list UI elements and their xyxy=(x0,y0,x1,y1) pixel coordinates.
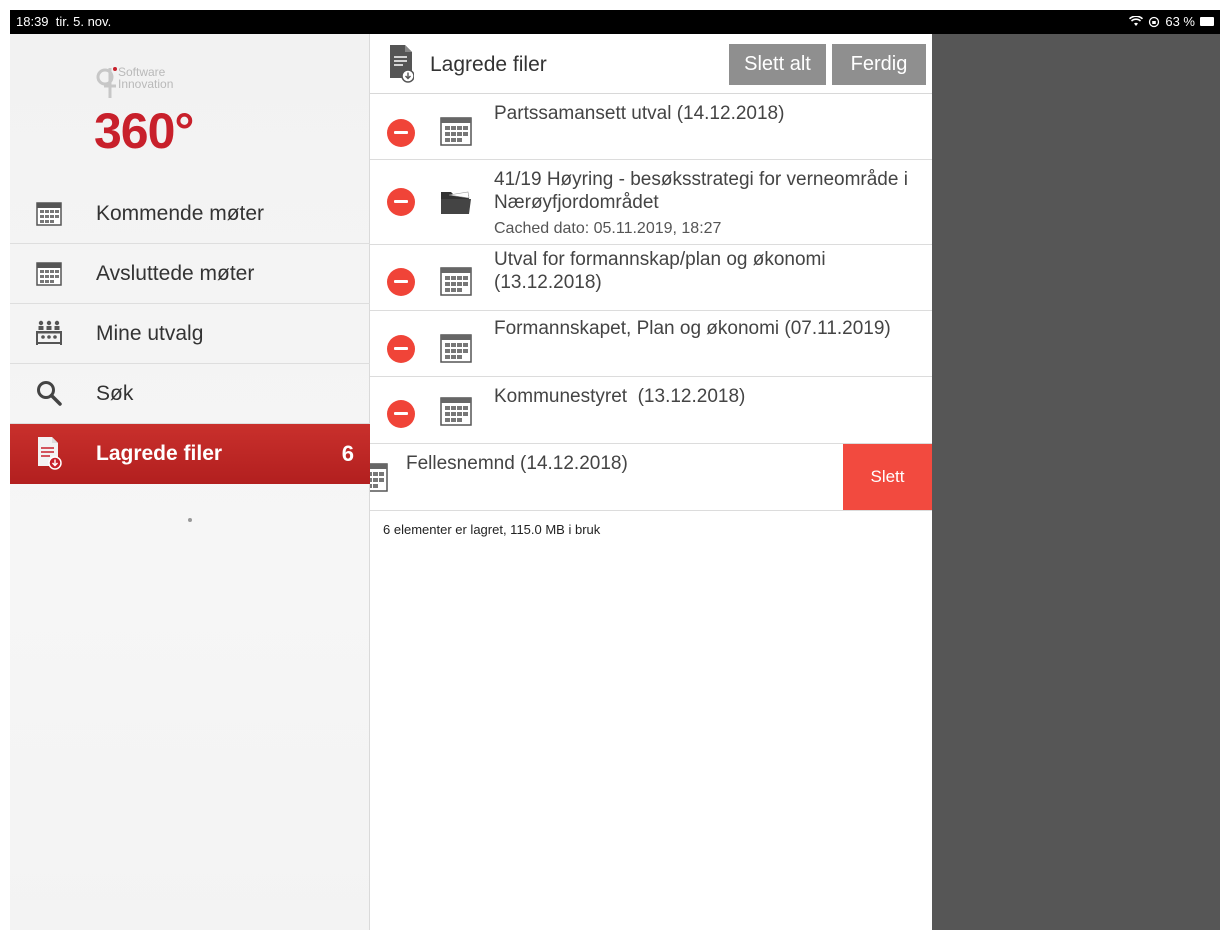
calendar-icon xyxy=(36,262,62,286)
calendar-icon xyxy=(36,202,62,226)
sidebar-item-lagrede-filer[interactable]: Lagrede filer 6 xyxy=(10,424,370,484)
battery-percent: 63 % xyxy=(1165,14,1195,29)
search-icon xyxy=(37,381,62,406)
logo-brand: Software Innovation xyxy=(118,66,173,90)
calendar-icon xyxy=(440,397,472,426)
cached-date: Cached dato: 05.11.2019, 18:27 xyxy=(494,220,722,237)
file-title: 41/19 Høyring - besøksstrategi for verne… xyxy=(494,169,908,213)
sidebar-item-sok[interactable]: Søk xyxy=(10,364,370,424)
status-bar: 18:39 tir. 5. nov. 63 % xyxy=(10,10,1220,34)
sidebar-item-avsluttede-moter[interactable]: Avsluttede møter xyxy=(10,244,370,304)
file-title: Fellesnemnd (14.12.2018) xyxy=(406,453,628,474)
saved-files-panel: Lagrede filer Slett alt Ferdig Partssama… xyxy=(370,34,932,930)
app-logo: Software Innovation 360° xyxy=(94,64,234,164)
file-title: Partssamansett utval (14.12.2018) xyxy=(494,103,785,124)
calendar-icon xyxy=(440,267,472,296)
delete-button[interactable]: Slett xyxy=(843,444,932,510)
done-button[interactable]: Ferdig xyxy=(832,44,926,85)
status-left: 18:39 tir. 5. nov. xyxy=(16,14,111,29)
page-title: Lagrede filer xyxy=(430,53,547,76)
panel-header: Lagrede filer Slett alt Ferdig xyxy=(370,34,932,94)
page-dot xyxy=(188,518,192,522)
sidebar-item-kommende-moter[interactable]: Kommende møter xyxy=(10,184,370,244)
sidebar: Software Innovation 360° Kommende møter … xyxy=(10,34,370,930)
detail-pane xyxy=(932,34,1220,930)
saved-files-list: Partssamansett utval (14.12.2018) 41/19 … xyxy=(370,94,932,511)
list-item[interactable]: Utval for formannskap/plan og økonomi (1… xyxy=(370,245,932,311)
status-date: tir. 5. nov. xyxy=(55,14,112,29)
sidebar-item-label: Kommende møter xyxy=(96,201,265,225)
delete-toggle-button[interactable] xyxy=(387,400,415,428)
status-time: 18:39 xyxy=(16,14,49,29)
sidebar-item-mine-utvalg[interactable]: Mine utvalg xyxy=(10,304,370,364)
logo-360: 360° xyxy=(94,103,194,159)
status-right: 63 % xyxy=(1129,14,1214,29)
sidebar-item-label: Søk xyxy=(96,381,134,405)
list-item-swiped[interactable]: Fellesnemnd (14.12.2018) Slett xyxy=(370,444,932,511)
battery-icon xyxy=(1200,17,1214,26)
saved-file-icon xyxy=(38,437,62,470)
delete-toggle-button[interactable] xyxy=(387,188,415,216)
folder-icon xyxy=(441,191,471,214)
file-title: Utval for formannskap/plan og økonomi (1… xyxy=(494,249,826,293)
sidebar-item-label: Avsluttede møter xyxy=(96,261,255,285)
logo-brand-line2: Innovation xyxy=(118,77,174,91)
logo-mark xyxy=(96,67,117,98)
list-item[interactable]: Partssamansett utval (14.12.2018) xyxy=(370,94,932,160)
sidebar-item-label: Lagrede filer xyxy=(96,442,223,465)
saved-count-badge: 6 xyxy=(341,441,354,466)
delete-toggle-button[interactable] xyxy=(387,268,415,296)
calendar-icon xyxy=(440,117,472,146)
sidebar-item-label: Mine utvalg xyxy=(96,321,204,345)
storage-summary: 6 elementer er lagret, 115.0 MB i bruk xyxy=(383,522,601,537)
delete-all-button[interactable]: Slett alt xyxy=(729,44,826,85)
calendar-icon xyxy=(440,334,472,363)
list-item[interactable]: Kommunestyret (13.12.2018) xyxy=(370,377,932,444)
list-item[interactable]: Formannskapet, Plan og økonomi (07.11.20… xyxy=(370,311,932,377)
saved-file-icon xyxy=(390,45,414,83)
sidebar-nav: Kommende møter Avsluttede møter Mine utv… xyxy=(10,184,370,484)
list-item[interactable]: 41/19 Høyring - besøksstrategi for verne… xyxy=(370,160,932,245)
group-icon xyxy=(36,320,62,345)
rotation-lock-icon xyxy=(1149,16,1160,27)
calendar-icon xyxy=(370,463,388,492)
delete-toggle-button[interactable] xyxy=(387,119,415,147)
file-title: Formannskapet, Plan og økonomi (07.11.20… xyxy=(494,318,891,339)
delete-toggle-button[interactable] xyxy=(387,335,415,363)
file-title: Kommunestyret (13.12.2018) xyxy=(494,386,746,407)
wifi-icon xyxy=(1129,16,1144,26)
